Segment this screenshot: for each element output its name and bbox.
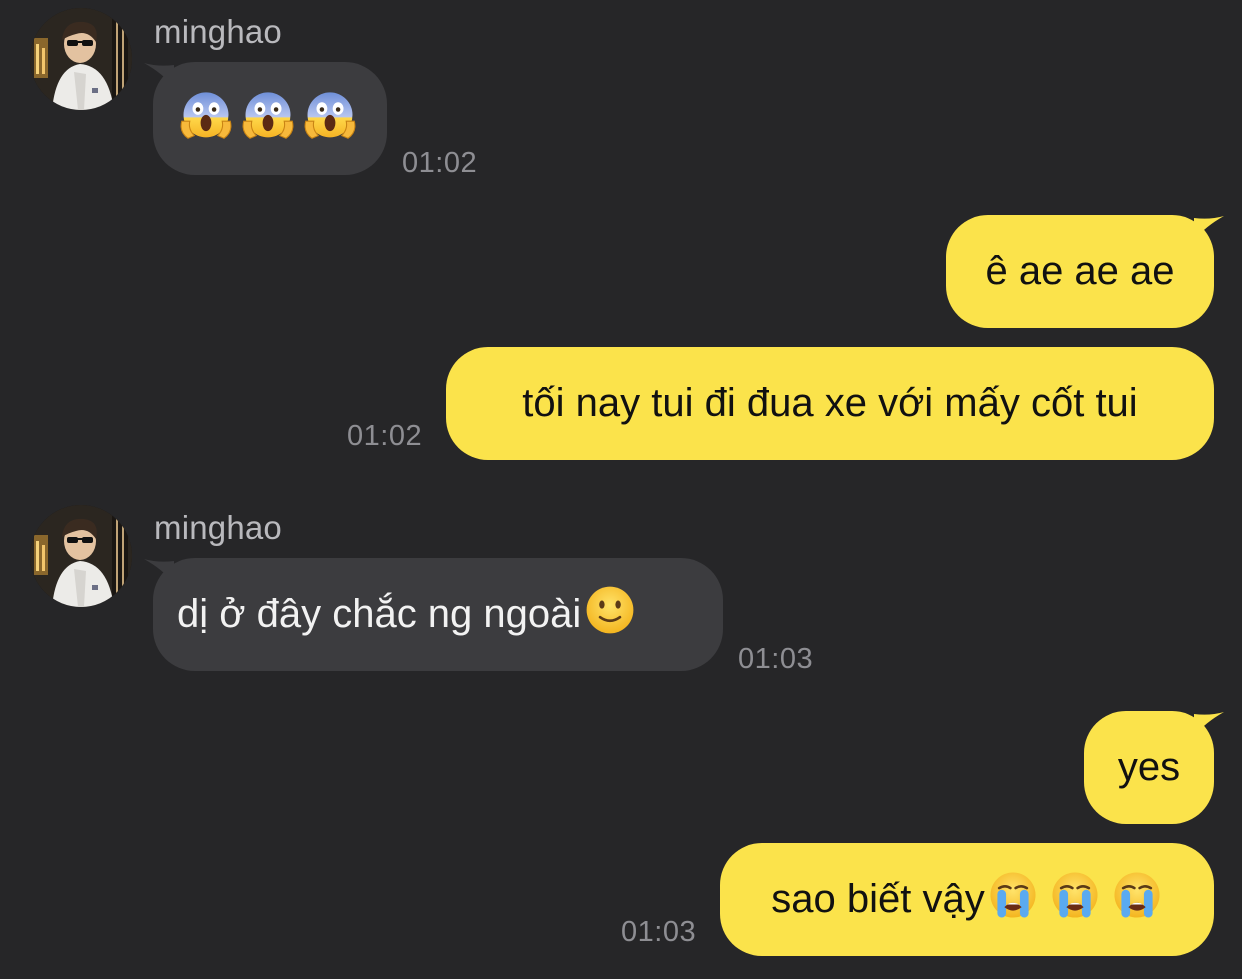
incoming-message-bubble[interactable] [153,62,387,175]
face-screaming-in-fear-emoji [241,87,295,151]
message-text: tối nay tui đi đua xe với mấy cốt tui [522,381,1138,425]
outgoing-message-bubble[interactable]: yes [1084,711,1214,824]
message-timestamp: 01:03 [621,916,697,948]
message-text: ê ae ae ae [985,249,1175,293]
slightly-smiling-face-emoji [583,583,637,647]
chat-thread: minghao 01:02 ê ae ae ae tối nay tui đi … [0,0,1242,979]
bubble-tail [1194,712,1224,736]
message-text: dị ở đây chắc ng ngoài [177,592,582,636]
loudly-crying-face-emoji [1049,869,1101,931]
loudly-crying-face-emoji [987,869,1039,931]
face-screaming-in-fear-emoji [303,87,357,151]
bubble-tail [144,63,174,87]
outgoing-message-bubble[interactable]: ê ae ae ae [946,215,1214,328]
message-timestamp: 01:03 [738,643,814,675]
contact-avatar[interactable] [30,505,132,607]
loudly-crying-face-emoji [1111,869,1163,931]
contact-avatar[interactable] [30,8,132,110]
face-screaming-in-fear-emoji [179,87,233,151]
outgoing-message-bubble[interactable]: tối nay tui đi đua xe với mấy cốt tui [446,347,1214,460]
message-timestamp: 01:02 [402,147,478,179]
sender-name: minghao [154,13,282,50]
incoming-message-bubble[interactable]: dị ở đây chắc ng ngoài [153,558,723,671]
message-text: yes [1117,745,1181,789]
bubble-tail [144,559,174,583]
sender-name: minghao [154,509,282,546]
message-timestamp: 01:02 [347,420,423,452]
bubble-tail [1194,216,1224,240]
outgoing-message-bubble[interactable]: sao biết vậy [720,843,1214,956]
message-text: sao biết vậy [771,877,985,921]
